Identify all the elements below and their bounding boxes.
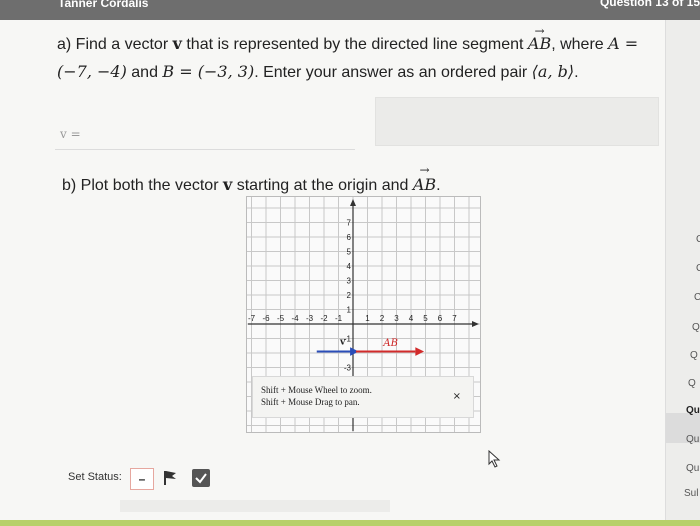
status-bar-strip — [120, 500, 390, 512]
y-tick-label: 3 — [347, 277, 352, 286]
question-part-b: b) Plot both the vector v starting at th… — [62, 163, 441, 195]
question-counter: Question 13 of 15 — [599, 0, 700, 9]
flag-icon[interactable] — [163, 470, 177, 486]
part-a-text: , where — [551, 36, 609, 53]
x-tick-label: 4 — [409, 314, 414, 323]
answer-preview-box — [375, 97, 659, 146]
x-tick-label: 2 — [380, 314, 385, 323]
y-tick-label: 6 — [347, 233, 352, 242]
x-tick-label: -4 — [291, 314, 299, 323]
sidebar-item-10[interactable]: Sul — [684, 488, 698, 499]
sidebar-item-4[interactable]: Q — [692, 322, 700, 333]
y-tick-label: 7 — [347, 219, 352, 228]
mouse-cursor-icon — [488, 450, 501, 468]
y-tick-label: 5 — [347, 248, 352, 257]
sidebar-item-3[interactable]: C — [694, 292, 700, 303]
x-tick-label: -1 — [335, 314, 343, 323]
x-tick-label: 6 — [438, 314, 443, 323]
x-tick-label: 1 — [365, 314, 370, 323]
sidebar-item-5[interactable]: Q — [690, 350, 698, 361]
x-tick-label: -6 — [262, 314, 270, 323]
sidebar-item-7[interactable]: Qu — [686, 405, 700, 416]
sidebar-item-8[interactable]: Qu — [686, 434, 699, 445]
sidebar-item-1[interactable]: C — [696, 234, 700, 245]
question-part-a: a) Find a vector v that is represented b… — [57, 18, 657, 86]
x-tick-label: 3 — [394, 314, 399, 323]
x-tick-label: 7 — [452, 314, 457, 323]
vector-v-label: v — [339, 337, 346, 347]
bottom-accent-bar — [0, 520, 700, 526]
close-icon[interactable]: × — [453, 391, 461, 402]
x-tick-label: -5 — [277, 314, 285, 323]
part-b-text: starting at the origin and — [232, 177, 413, 194]
tooltip-pan-text: Shift + Mouse Drag to pan. — [261, 397, 360, 407]
vector-v-symbol: v — [222, 175, 233, 194]
y-tick-label: -3 — [344, 364, 352, 373]
sidebar-item-9[interactable]: Qu — [686, 463, 699, 474]
part-a-text: . Enter your answer as an ordered pair — [254, 64, 532, 81]
set-status-label: Set Status: — [68, 471, 122, 483]
ordered-pair-format: ⟨a, b⟩ — [531, 62, 575, 81]
part-b-text: b) Plot both the vector — [62, 177, 223, 194]
point-a-label: A = — [608, 34, 639, 53]
y-tick-label: 2 — [347, 291, 352, 300]
graph-help-tooltip: Shift + Mouse Wheel to zoom. Shift + Mou… — [252, 376, 474, 418]
sidebar-item-6[interactable]: Q — [688, 378, 696, 389]
part-a-text: a) Find a vector — [57, 36, 173, 53]
checkmark-icon[interactable] — [192, 469, 210, 487]
sidebar-item-2[interactable]: C — [696, 263, 700, 274]
status-unanswered-button[interactable]: – — [130, 468, 154, 490]
x-tick-label: -3 — [306, 314, 314, 323]
answer-label: v = — [60, 127, 81, 141]
vector-v-symbol: v — [172, 34, 182, 53]
part-b-text: . — [436, 177, 441, 194]
part-a-text: . — [574, 64, 579, 81]
question-sidebar: C C C Q Q Q Qu Qu Qu Sul — [665, 20, 700, 520]
part-a-text: and — [126, 64, 163, 81]
x-tick-label: 5 — [423, 314, 428, 323]
y-tick-label: 1 — [347, 306, 352, 315]
part-a-text: that is represented by the directed line… — [181, 36, 528, 53]
tooltip-zoom-text: Shift + Mouse Wheel to zoom. — [261, 385, 372, 395]
segment-ab-symbol: AB — [413, 163, 437, 194]
x-tick-label: -7 — [248, 314, 256, 323]
top-bar: Tanner Cordalis Question 13 of 15 — [0, 0, 700, 20]
segment-ab-symbol: AB — [528, 18, 552, 57]
segment-ab-label: AB — [382, 338, 398, 349]
x-tick-label: -2 — [320, 314, 328, 323]
point-b-value: B = (−3, 3) — [162, 62, 255, 81]
student-name: Tanner Cordalis — [58, 0, 149, 10]
point-a-value: (−7, −4) — [57, 62, 127, 81]
y-tick-label: 4 — [347, 262, 352, 271]
answer-input[interactable] — [55, 149, 355, 150]
